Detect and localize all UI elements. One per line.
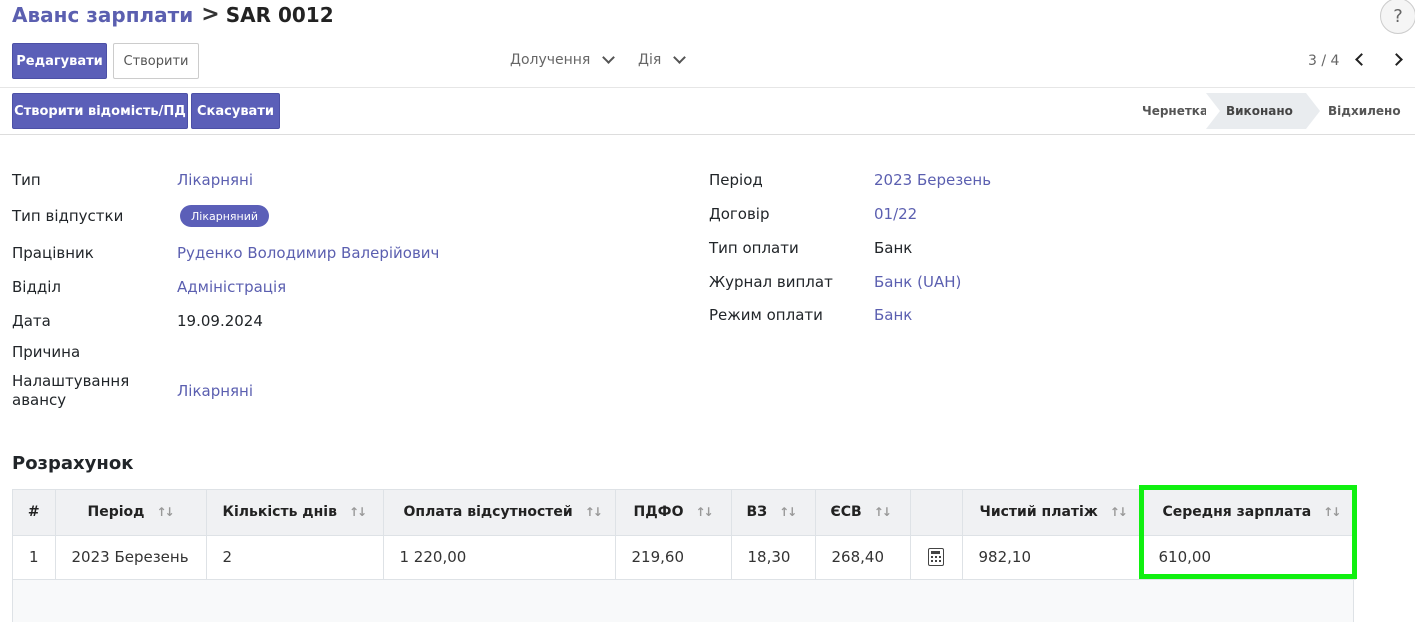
stage-rejected[interactable]: Відхилено: [1306, 93, 1406, 129]
action-label: Дія: [638, 52, 662, 68]
field-label-employee: Працівник: [12, 244, 94, 262]
cell-absence-pay[interactable]: 1 220,00: [383, 535, 616, 580]
col-header-period-label: Період: [87, 504, 145, 521]
cell-pdfo[interactable]: 219,60: [615, 535, 732, 580]
status-stages: Чернетка Виконано Відхилено: [1128, 93, 1406, 129]
field-date[interactable]: 19.09.2024: [177, 312, 263, 330]
leave-type-badge[interactable]: Лікарняний: [180, 205, 269, 227]
calculation-table: # Період ↑↓ Кількість днів ↑↓ Оплата відсу…: [12, 489, 1356, 622]
stage-done[interactable]: Виконано: [1206, 93, 1320, 129]
cell-period[interactable]: 2023 Березень: [55, 535, 207, 580]
col-header-days[interactable]: Кількість днів ↑↓: [206, 490, 384, 536]
field-label-type: Тип: [12, 171, 41, 189]
field-label-leave-type: Тип відпустки: [12, 207, 124, 225]
field-employee[interactable]: Руденко Володимир Валерійович: [177, 244, 439, 262]
field-department[interactable]: Адміністрація: [177, 278, 286, 296]
sort-icon: ↑↓: [695, 505, 713, 520]
field-period[interactable]: 2023 Березень: [874, 171, 991, 189]
create-statement-button[interactable]: Створити відомість/ПД: [12, 93, 188, 129]
section-title: Розрахунок: [12, 453, 134, 474]
col-header-absence-pay-label: Оплата відсутностей: [403, 504, 573, 521]
cell-number: 1: [13, 535, 56, 580]
cell-days[interactable]: 2: [206, 535, 384, 580]
cell-net-pay[interactable]: 982,10: [962, 535, 1141, 580]
sort-icon: ↑↓: [348, 505, 367, 520]
col-header-vz[interactable]: ВЗ ↑↓: [731, 490, 816, 536]
field-label-period: Період: [709, 171, 763, 189]
field-label-contract: Договір: [709, 205, 770, 223]
col-header-esv[interactable]: ЄСВ ↑↓: [815, 490, 911, 536]
field-advance-settings[interactable]: Лікарняні: [177, 382, 253, 400]
attachments-label: Долучення: [510, 52, 591, 68]
field-label-advance-settings: Налаштування авансу: [12, 372, 129, 410]
col-header-number-label: #: [27, 504, 40, 521]
field-contract[interactable]: 01/22: [874, 205, 917, 223]
stage-rejected-label: Відхилено: [1328, 104, 1401, 118]
breadcrumb-current: SAR 0012: [225, 2, 334, 27]
breadcrumb-parent-link[interactable]: Аванс зарплати: [12, 3, 193, 27]
field-payment-type[interactable]: Банк: [874, 239, 912, 257]
pager-value: 3 / 4: [1308, 53, 1340, 69]
col-header-net-pay-label: Чистий платіж: [979, 504, 1098, 521]
chevron-right-icon[interactable]: [1392, 52, 1404, 68]
cell-vz[interactable]: 18,30: [731, 535, 816, 580]
field-label-payment-mode: Режим оплати: [709, 306, 823, 324]
breadcrumb-separator: >: [201, 2, 220, 27]
col-header-net-pay[interactable]: Чистий платіж ↑↓: [962, 490, 1141, 536]
sort-icon: ↑↓: [873, 505, 892, 520]
stage-done-label: Виконано: [1226, 104, 1293, 118]
sort-icon: ↑↓: [156, 505, 174, 520]
edit-button[interactable]: Редагувати: [12, 43, 107, 79]
field-payment-mode[interactable]: Банк: [874, 306, 912, 324]
action-dropdown[interactable]: Дія: [638, 51, 687, 68]
chevron-down-icon: [602, 51, 616, 64]
help-button[interactable]: ?: [1380, 0, 1415, 34]
field-label-payment-journal: Журнал виплат: [709, 273, 833, 291]
col-header-pdfo[interactable]: ПДФО ↑↓: [615, 490, 732, 536]
table-header-row: # Період ↑↓ Кількість днів ↑↓ Оплата відсу…: [13, 490, 1356, 536]
col-header-average-salary-label: Середня зарплата: [1162, 504, 1312, 521]
field-label-reason: Причина: [12, 343, 81, 361]
col-header-number: #: [13, 490, 56, 536]
col-header-period[interactable]: Період ↑↓: [55, 490, 207, 536]
field-label-advance-settings-line1: Налаштування: [12, 372, 130, 390]
stage-draft-label: Чернетка: [1142, 104, 1209, 118]
sort-icon: ↑↓: [779, 505, 797, 520]
field-label-department: Відділ: [12, 278, 61, 296]
col-header-action: [910, 490, 963, 536]
col-header-esv-label: ЄСВ: [830, 504, 862, 521]
breadcrumb: Аванс зарплати > SAR 0012: [12, 2, 334, 27]
stage-draft[interactable]: Чернетка: [1128, 93, 1209, 129]
col-header-vz-label: ВЗ: [746, 504, 768, 521]
field-type[interactable]: Лікарняні: [177, 171, 253, 189]
cell-esv[interactable]: 268,40: [815, 535, 911, 580]
field-label-advance-settings-line2: авансу: [12, 391, 67, 409]
col-header-average-salary[interactable]: Середня зарплата ↑↓: [1140, 490, 1356, 536]
cell-average-salary[interactable]: 610,00: [1140, 535, 1356, 580]
stage-arrow: [1206, 93, 1220, 129]
sort-icon: ↑↓: [1323, 505, 1341, 520]
cancel-button[interactable]: Скасувати: [191, 93, 280, 129]
field-label-date: Дата: [12, 312, 51, 330]
field-payment-journal[interactable]: Банк (UAH): [874, 273, 961, 291]
control-panel: Аванс зарплати > SAR 0012 ? Редагувати С…: [0, 0, 1415, 88]
table-row[interactable]: 1 2023 Березень 2 1 220,00 219,60 18,30 …: [13, 535, 1356, 580]
attachments-dropdown[interactable]: Долучення: [510, 51, 616, 68]
cell-action[interactable]: [910, 535, 963, 580]
col-header-days-label: Кількість днів: [222, 504, 337, 521]
sort-icon: ↑↓: [584, 505, 603, 520]
field-label-payment-type: Тип оплати: [709, 239, 799, 257]
col-header-absence-pay[interactable]: Оплата відсутностей ↑↓: [383, 490, 616, 536]
calculator-icon[interactable]: [928, 548, 944, 567]
sort-icon: ↑↓: [1109, 505, 1128, 520]
chevron-down-icon: [673, 51, 687, 64]
create-button[interactable]: Створити: [113, 43, 199, 79]
chevron-left-icon[interactable]: [1354, 52, 1366, 68]
col-header-pdfo-label: ПДФО: [633, 504, 684, 521]
